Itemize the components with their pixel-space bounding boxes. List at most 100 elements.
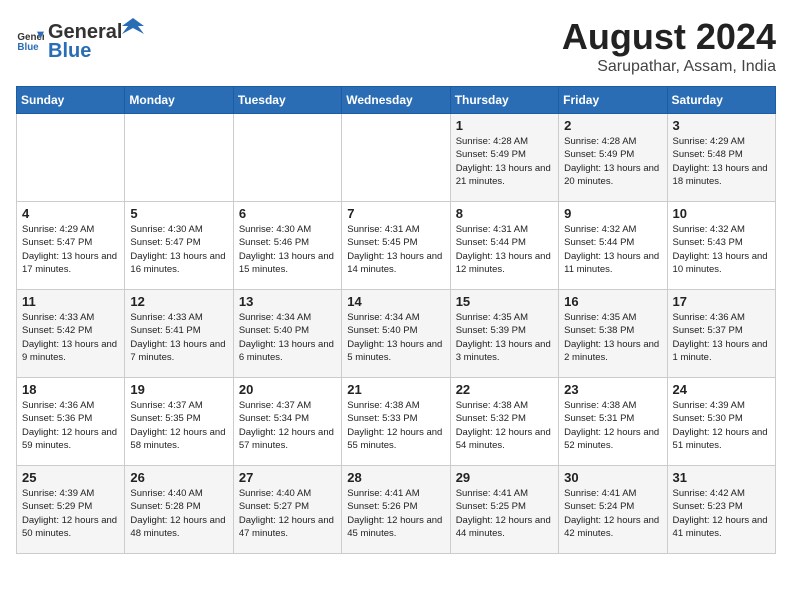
day-number: 3	[673, 118, 770, 133]
day-number: 2	[564, 118, 661, 133]
day-number: 15	[456, 294, 553, 309]
day-number: 14	[347, 294, 444, 309]
logo: General Blue General Blue	[16, 16, 144, 63]
day-number: 24	[673, 382, 770, 397]
day-info: Sunrise: 4:28 AM Sunset: 5:49 PM Dayligh…	[564, 135, 661, 188]
weekday-header-saturday: Saturday	[667, 87, 775, 114]
location-title: Sarupathar, Assam, India	[562, 58, 776, 76]
calendar-cell: 5 Sunrise: 4:30 AM Sunset: 5:47 PM Daylig…	[125, 202, 233, 290]
calendar-cell	[17, 114, 125, 202]
day-number: 13	[239, 294, 336, 309]
day-number: 11	[22, 294, 119, 309]
day-info: Sunrise: 4:28 AM Sunset: 5:49 PM Dayligh…	[456, 135, 553, 188]
calendar-cell: 2 Sunrise: 4:28 AM Sunset: 5:49 PM Daylig…	[559, 114, 667, 202]
day-info: Sunrise: 4:39 AM Sunset: 5:29 PM Dayligh…	[22, 487, 119, 540]
calendar-cell	[233, 114, 341, 202]
calendar-cell: 25 Sunrise: 4:39 AM Sunset: 5:29 PM Dayli…	[17, 466, 125, 554]
day-info: Sunrise: 4:34 AM Sunset: 5:40 PM Dayligh…	[347, 311, 444, 364]
day-info: Sunrise: 4:32 AM Sunset: 5:44 PM Dayligh…	[564, 223, 661, 276]
day-number: 12	[130, 294, 227, 309]
day-info: Sunrise: 4:36 AM Sunset: 5:37 PM Dayligh…	[673, 311, 770, 364]
day-number: 22	[456, 382, 553, 397]
day-info: Sunrise: 4:34 AM Sunset: 5:40 PM Dayligh…	[239, 311, 336, 364]
page-header: General Blue General Blue August 2024 Sa…	[16, 16, 776, 76]
day-info: Sunrise: 4:41 AM Sunset: 5:24 PM Dayligh…	[564, 487, 661, 540]
day-info: Sunrise: 4:41 AM Sunset: 5:25 PM Dayligh…	[456, 487, 553, 540]
day-info: Sunrise: 4:40 AM Sunset: 5:28 PM Dayligh…	[130, 487, 227, 540]
day-number: 25	[22, 470, 119, 485]
calendar-cell: 3 Sunrise: 4:29 AM Sunset: 5:48 PM Daylig…	[667, 114, 775, 202]
calendar-cell: 27 Sunrise: 4:40 AM Sunset: 5:27 PM Dayli…	[233, 466, 341, 554]
calendar-cell: 26Sunrise: 4:40 AM Sunset: 5:28 PM Dayli…	[125, 466, 233, 554]
weekday-header-tuesday: Tuesday	[233, 87, 341, 114]
day-info: Sunrise: 4:37 AM Sunset: 5:35 PM Dayligh…	[130, 399, 227, 452]
weekday-header-wednesday: Wednesday	[342, 87, 450, 114]
calendar-week-row: 25 Sunrise: 4:39 AM Sunset: 5:29 PM Dayli…	[17, 466, 776, 554]
day-number: 5	[130, 206, 227, 221]
month-title: August 2024	[562, 16, 776, 58]
day-info: Sunrise: 4:38 AM Sunset: 5:32 PM Dayligh…	[456, 399, 553, 452]
day-number: 23	[564, 382, 661, 397]
day-info: Sunrise: 4:29 AM Sunset: 5:48 PM Dayligh…	[673, 135, 770, 188]
day-info: Sunrise: 4:36 AM Sunset: 5:36 PM Dayligh…	[22, 399, 119, 452]
day-number: 31	[673, 470, 770, 485]
day-number: 16	[564, 294, 661, 309]
day-info: Sunrise: 4:30 AM Sunset: 5:47 PM Dayligh…	[130, 223, 227, 276]
day-info: Sunrise: 4:33 AM Sunset: 5:41 PM Dayligh…	[130, 311, 227, 364]
title-area: August 2024 Sarupathar, Assam, India	[562, 16, 776, 76]
day-info: Sunrise: 4:35 AM Sunset: 5:38 PM Dayligh…	[564, 311, 661, 364]
calendar-cell: 19Sunrise: 4:37 AM Sunset: 5:35 PM Dayli…	[125, 378, 233, 466]
svg-text:Blue: Blue	[17, 41, 39, 52]
calendar-cell: 20 Sunrise: 4:37 AM Sunset: 5:34 PM Dayli…	[233, 378, 341, 466]
calendar-week-row: 11 Sunrise: 4:33 AM Sunset: 5:42 PM Dayli…	[17, 290, 776, 378]
calendar-cell: 31 Sunrise: 4:42 AM Sunset: 5:23 PM Dayli…	[667, 466, 775, 554]
day-number: 8	[456, 206, 553, 221]
day-number: 27	[239, 470, 336, 485]
calendar-cell: 17 Sunrise: 4:36 AM Sunset: 5:37 PM Dayli…	[667, 290, 775, 378]
weekday-header-sunday: Sunday	[17, 87, 125, 114]
day-info: Sunrise: 4:39 AM Sunset: 5:30 PM Dayligh…	[673, 399, 770, 452]
calendar-cell: 9 Sunrise: 4:32 AM Sunset: 5:44 PM Daylig…	[559, 202, 667, 290]
calendar-cell: 15Sunrise: 4:35 AM Sunset: 5:39 PM Dayli…	[450, 290, 558, 378]
day-info: Sunrise: 4:29 AM Sunset: 5:47 PM Dayligh…	[22, 223, 119, 276]
calendar-cell: 18Sunrise: 4:36 AM Sunset: 5:36 PM Dayli…	[17, 378, 125, 466]
calendar-cell: 22 Sunrise: 4:38 AM Sunset: 5:32 PM Dayli…	[450, 378, 558, 466]
day-number: 1	[456, 118, 553, 133]
calendar-table: SundayMondayTuesdayWednesdayThursdayFrid…	[16, 86, 776, 554]
calendar-cell: 10 Sunrise: 4:32 AM Sunset: 5:43 PM Dayli…	[667, 202, 775, 290]
day-number: 17	[673, 294, 770, 309]
day-number: 28	[347, 470, 444, 485]
calendar-cell: 30 Sunrise: 4:41 AM Sunset: 5:24 PM Dayli…	[559, 466, 667, 554]
calendar-cell: 4Sunrise: 4:29 AM Sunset: 5:47 PM Daylig…	[17, 202, 125, 290]
calendar-cell: 6Sunrise: 4:30 AM Sunset: 5:46 PM Daylig…	[233, 202, 341, 290]
day-number: 20	[239, 382, 336, 397]
day-info: Sunrise: 4:32 AM Sunset: 5:43 PM Dayligh…	[673, 223, 770, 276]
day-info: Sunrise: 4:42 AM Sunset: 5:23 PM Dayligh…	[673, 487, 770, 540]
day-info: Sunrise: 4:38 AM Sunset: 5:33 PM Dayligh…	[347, 399, 444, 452]
calendar-cell: 16 Sunrise: 4:35 AM Sunset: 5:38 PM Dayli…	[559, 290, 667, 378]
calendar-cell: 7 Sunrise: 4:31 AM Sunset: 5:45 PM Daylig…	[342, 202, 450, 290]
day-number: 30	[564, 470, 661, 485]
calendar-week-row: 18Sunrise: 4:36 AM Sunset: 5:36 PM Dayli…	[17, 378, 776, 466]
calendar-cell: 11 Sunrise: 4:33 AM Sunset: 5:42 PM Dayli…	[17, 290, 125, 378]
day-number: 9	[564, 206, 661, 221]
calendar-cell: 12 Sunrise: 4:33 AM Sunset: 5:41 PM Dayli…	[125, 290, 233, 378]
day-number: 10	[673, 206, 770, 221]
day-info: Sunrise: 4:38 AM Sunset: 5:31 PM Dayligh…	[564, 399, 661, 452]
weekday-header-monday: Monday	[125, 87, 233, 114]
day-info: Sunrise: 4:31 AM Sunset: 5:45 PM Dayligh…	[347, 223, 444, 276]
day-info: Sunrise: 4:40 AM Sunset: 5:27 PM Dayligh…	[239, 487, 336, 540]
logo-bird-icon	[122, 16, 144, 38]
calendar-cell: 29Sunrise: 4:41 AM Sunset: 5:25 PM Dayli…	[450, 466, 558, 554]
day-number: 7	[347, 206, 444, 221]
day-number: 21	[347, 382, 444, 397]
calendar-cell: 28Sunrise: 4:41 AM Sunset: 5:26 PM Dayli…	[342, 466, 450, 554]
calendar-cell: 14 Sunrise: 4:34 AM Sunset: 5:40 PM Dayli…	[342, 290, 450, 378]
calendar-cell: 21 Sunrise: 4:38 AM Sunset: 5:33 PM Dayli…	[342, 378, 450, 466]
calendar-header-row: SundayMondayTuesdayWednesdayThursdayFrid…	[17, 87, 776, 114]
calendar-cell: 23 Sunrise: 4:38 AM Sunset: 5:31 PM Dayli…	[559, 378, 667, 466]
day-number: 6	[239, 206, 336, 221]
logo-icon: General Blue	[16, 26, 44, 54]
day-info: Sunrise: 4:33 AM Sunset: 5:42 PM Dayligh…	[22, 311, 119, 364]
day-info: Sunrise: 4:37 AM Sunset: 5:34 PM Dayligh…	[239, 399, 336, 452]
